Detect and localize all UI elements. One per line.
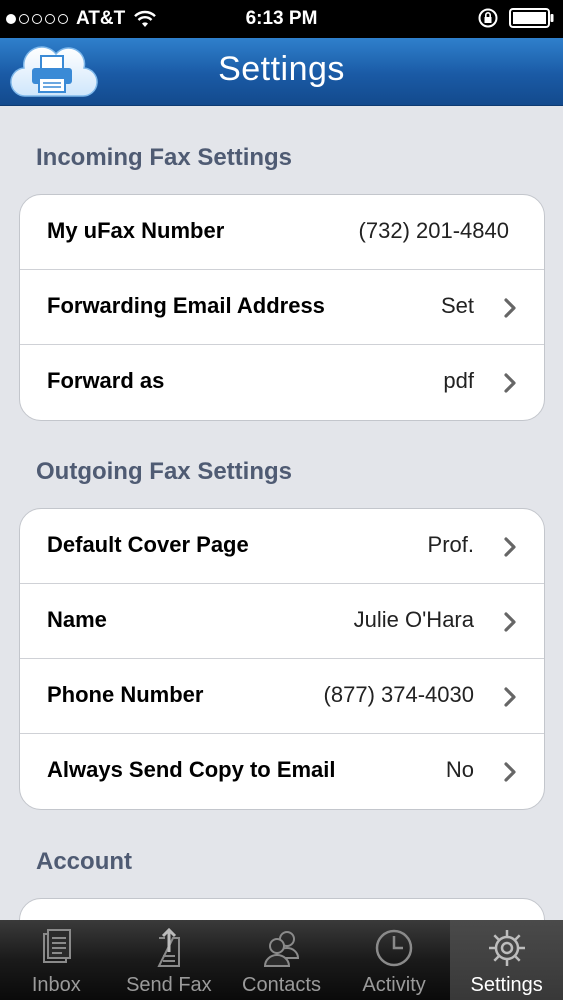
section-header-incoming: Incoming Fax Settings (36, 144, 293, 171)
row-label: My uFax Number (47, 218, 225, 243)
account-settings-group[interactable] (19, 898, 545, 920)
settings-content[interactable]: Incoming Fax Settings My uFax Number (73… (0, 106, 563, 920)
row-label: Forwarding Email Address (47, 293, 325, 318)
chevron-right-icon (504, 537, 516, 557)
row-label: Default Cover Page (47, 532, 249, 557)
status-bar: AT&T 6:13 PM (0, 0, 563, 38)
tab-label: Inbox (31, 974, 81, 996)
contacts-icon (264, 931, 300, 967)
rotation-lock-icon (478, 8, 498, 28)
row-value: (732) 201-4840 (358, 218, 509, 243)
page-title: Settings (218, 50, 345, 88)
row-label: Phone Number (47, 682, 204, 707)
outgoing-settings-group: Default Cover Page Prof. Name Julie O'Ha… (19, 508, 545, 810)
tab-inbox[interactable]: Inbox (0, 920, 113, 1000)
row-my-ufax-number: My uFax Number (732) 201-4840 (20, 195, 544, 270)
row-value: (877) 374-4030 (323, 682, 474, 707)
row-value: Prof. (427, 532, 474, 557)
tab-contacts[interactable]: Contacts (225, 920, 338, 1000)
inbox-icon (43, 929, 72, 963)
status-right (477, 7, 555, 29)
tab-label: Contacts (242, 974, 321, 996)
tab-activity[interactable]: Activity (338, 920, 451, 1000)
nav-header: Settings (0, 38, 563, 106)
chevron-right-icon (504, 298, 516, 318)
row-label: Name (47, 607, 107, 632)
chevron-right-icon (504, 687, 516, 707)
chevron-right-icon (504, 762, 516, 782)
tab-label: Send Fax (126, 974, 212, 996)
send-fax-icon (157, 927, 180, 967)
row-name[interactable]: Name Julie O'Hara (20, 584, 544, 659)
row-forward-as[interactable]: Forward as pdf (20, 345, 544, 420)
row-value: No (445, 757, 474, 782)
row-value: Julie O'Hara (353, 607, 474, 632)
tab-bar: Inbox Send Fax Contacts Activity Setting… (0, 920, 563, 1000)
section-header-account: Account (36, 848, 132, 875)
row-value: pdf (443, 368, 474, 393)
row-phone-number[interactable]: Phone Number (877) 374-4030 (20, 659, 544, 734)
gear-icon (488, 930, 525, 966)
tab-label: Activity (362, 974, 426, 996)
row-send-copy-email[interactable]: Always Send Copy to Email No (20, 734, 544, 809)
battery-icon (509, 8, 554, 28)
chevron-right-icon (504, 373, 516, 393)
clock-icon (375, 929, 413, 967)
tab-settings[interactable]: Settings (450, 920, 563, 1000)
tab-send-fax[interactable]: Send Fax (113, 920, 226, 1000)
row-label: Always Send Copy to Email (47, 757, 336, 782)
section-header-outgoing: Outgoing Fax Settings (36, 458, 292, 485)
tab-label: Settings (470, 974, 543, 996)
row-label: Forward as (47, 368, 165, 393)
row-forwarding-email[interactable]: Forwarding Email Address Set (20, 270, 544, 345)
chevron-right-icon (504, 612, 516, 632)
row-value: Set (440, 293, 474, 318)
incoming-settings-group: My uFax Number (732) 201-4840 Forwarding… (19, 194, 545, 421)
row-default-cover-page[interactable]: Default Cover Page Prof. (20, 509, 544, 584)
